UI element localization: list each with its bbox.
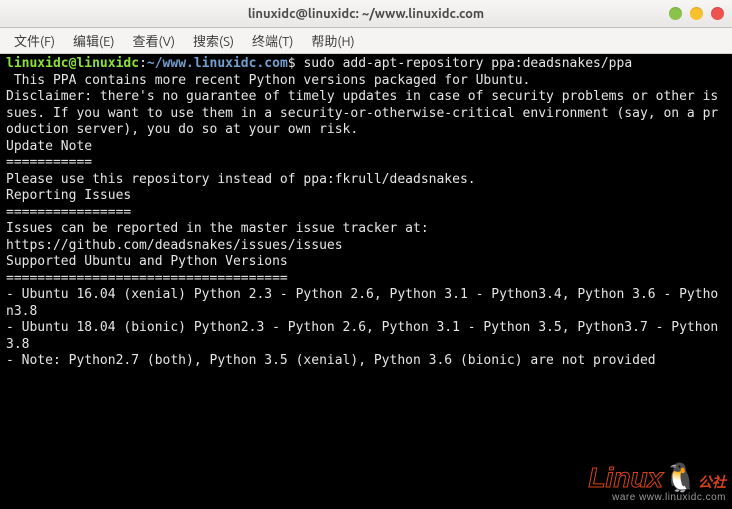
menu-edit[interactable]: 编辑(E) bbox=[65, 28, 122, 53]
menu-terminal[interactable]: 终端(T) bbox=[244, 28, 301, 53]
prompt-sep2: $ bbox=[288, 56, 304, 71]
minimize-button[interactable] bbox=[669, 7, 682, 20]
output-line: Please use this repository instead of pp… bbox=[6, 172, 726, 189]
output-line: - Ubuntu 16.04 (xenial) Python 2.3 - Pyt… bbox=[6, 287, 726, 320]
command-text: sudo add-apt-repository ppa:deadsnakes/p… bbox=[303, 56, 632, 71]
output-line: ================ bbox=[6, 205, 726, 222]
close-button[interactable] bbox=[711, 7, 724, 20]
menu-view[interactable]: 查看(V) bbox=[125, 28, 183, 53]
output-line: This PPA contains more recent Python ver… bbox=[6, 73, 726, 90]
prompt-path: ~/www.linuxidc.com bbox=[147, 56, 288, 71]
prompt-line: linuxidc@linuxidc:~/www.linuxidc.com$ su… bbox=[6, 56, 726, 73]
menu-search[interactable]: 搜索(S) bbox=[185, 28, 242, 53]
output-line: ==================================== bbox=[6, 271, 726, 288]
output-line: https://github.com/deadsnakes/issues/iss… bbox=[6, 238, 726, 255]
menu-file[interactable]: 文件(F) bbox=[6, 28, 63, 53]
window-title: linuxidc@linuxidc: ~/www.linuxidc.com bbox=[248, 7, 484, 21]
output-line: Update Note bbox=[6, 139, 726, 156]
output-line: - Note: Python2.7 (both), Python 3.5 (xe… bbox=[6, 353, 726, 370]
maximize-button[interactable] bbox=[690, 7, 703, 20]
output-line: =========== bbox=[6, 155, 726, 172]
output-line: Reporting Issues bbox=[6, 188, 726, 205]
output-line: Disclaimer: there's no guarantee of time… bbox=[6, 89, 726, 139]
prompt-user-host: linuxidc@linuxidc bbox=[6, 56, 139, 71]
menubar: 文件(F) 编辑(E) 查看(V) 搜索(S) 终端(T) 帮助(H) bbox=[0, 28, 732, 54]
menu-help[interactable]: 帮助(H) bbox=[303, 28, 362, 53]
prompt-sep1: : bbox=[139, 56, 147, 71]
titlebar: linuxidc@linuxidc: ~/www.linuxidc.com bbox=[0, 0, 732, 28]
output-line: - Ubuntu 18.04 (bionic) Python2.3 - Pyth… bbox=[6, 320, 726, 353]
terminal-area[interactable]: linuxidc@linuxidc:~/www.linuxidc.com$ su… bbox=[0, 54, 732, 509]
output-line: Issues can be reported in the master iss… bbox=[6, 221, 726, 238]
window-controls bbox=[669, 7, 724, 20]
output-line: Supported Ubuntu and Python Versions bbox=[6, 254, 726, 271]
